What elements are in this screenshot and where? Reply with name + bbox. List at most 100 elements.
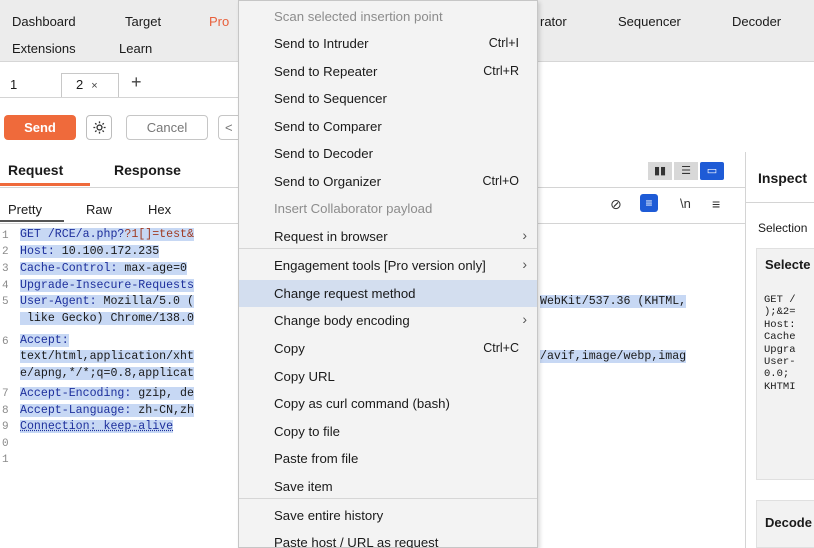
code-line-9: Connection: keep-alive: [20, 420, 174, 433]
nav-collaborator[interactable]: rator: [540, 14, 567, 29]
menu-item-paste-from-file[interactable]: Paste from file: [239, 445, 537, 472]
menu-item-copy-as-curl-command-bash[interactable]: Copy as curl command (bash): [239, 390, 537, 417]
repeater-tabs: 1 2 × +: [0, 70, 240, 98]
code-line-4: Upgrade-Insecure-Requests: [20, 279, 194, 292]
repeater-tab-2-label: 2: [76, 77, 84, 92]
chevron-right-icon: ›: [522, 227, 527, 243]
tab-raw[interactable]: Raw: [86, 202, 112, 217]
send-button[interactable]: Send: [4, 115, 76, 140]
header-key: Upgrade-Insecure-Requests: [20, 279, 194, 292]
code-line: 0.0;: [764, 368, 790, 381]
menu-item-save-item[interactable]: Save item: [239, 473, 537, 500]
hide-nonprintable-icon[interactable]: ⊘: [610, 196, 622, 213]
inspector-pane: Inspect Selection Selecte GET /);&2= Host…: [745, 152, 814, 548]
code-line-3: Cache-Control: max-age=0: [20, 262, 187, 275]
menu-item-change-request-method[interactable]: Change request method: [239, 280, 537, 307]
menu-separator: [239, 498, 537, 499]
repeater-tab-2[interactable]: 2 ×: [61, 73, 119, 97]
nav-target[interactable]: Target: [125, 14, 161, 29]
menu-item-send-to-repeater[interactable]: Send to Repeater Ctrl+R: [239, 58, 537, 85]
menu-item-label: Change body encoding: [274, 313, 410, 328]
header-value: text/html,application/xht: [20, 350, 194, 363]
request-tab-underline: [0, 183, 90, 186]
code-line-1: GET /RCE/a.php??1[]=test&: [20, 228, 194, 241]
inspector-title[interactable]: Inspect: [758, 170, 807, 186]
code-line: Upgra: [764, 343, 796, 356]
menu-item-send-to-intruder[interactable]: Send to Intruder Ctrl+I: [239, 30, 537, 57]
tab-pretty[interactable]: Pretty: [8, 202, 42, 217]
repeater-tab-1[interactable]: 1: [4, 74, 52, 96]
close-icon[interactable]: ×: [91, 80, 97, 92]
nav-learn[interactable]: Learn: [119, 41, 152, 56]
menu-item-label: Copy URL: [274, 369, 335, 384]
decoded-panel[interactable]: Decode: [756, 500, 814, 548]
line-number: 1: [2, 454, 9, 466]
line-number: 1: [2, 230, 9, 242]
settings-gear-icon[interactable]: [86, 115, 112, 140]
header-key: User-Agent:: [20, 295, 97, 308]
menu-item-copy[interactable]: Copy Ctrl+C: [239, 335, 537, 362]
menu-item-label: Send to Repeater: [274, 64, 378, 79]
code-line-6b: text/html,application/xht: [20, 350, 194, 363]
code-query: ?1[]=test&: [124, 228, 194, 241]
menu-item-label: Copy as curl command (bash): [274, 396, 450, 411]
nav-sequencer[interactable]: Sequencer: [618, 14, 681, 29]
header-value: Mozilla/5.0 (: [96, 295, 194, 308]
code-method: GET /RCE/a.php?: [20, 228, 125, 241]
back-button[interactable]: <: [218, 115, 240, 140]
header-value: WebKit/537.36 (KHTML,: [540, 295, 687, 308]
tab-hex[interactable]: Hex: [148, 202, 171, 217]
gear-icon: [92, 121, 106, 134]
header-value: like Gecko) Chrome/138.0: [20, 312, 194, 325]
inspector-selection-label: Selection: [758, 221, 808, 235]
line-number: 7: [2, 388, 9, 400]
selected-text-code: GET /);&2= Host: Cache Upgra User- 0.0; KHTMI: [764, 294, 796, 393]
menu-item-copy-url[interactable]: Copy URL: [239, 363, 537, 390]
wrap-lines-icon[interactable]: ≡: [640, 194, 658, 212]
menu-icon[interactable]: ≡: [712, 196, 720, 212]
newline-toggle-icon[interactable]: \n: [680, 196, 691, 211]
tab-response[interactable]: Response: [114, 162, 181, 178]
header-key: Accept:: [20, 334, 69, 347]
tab-request[interactable]: Request: [8, 162, 63, 178]
menu-item-send-to-decoder[interactable]: Send to Decoder: [239, 140, 537, 167]
layout-single-icon[interactable]: ▭: [700, 162, 724, 180]
code-line-6: Accept:: [20, 334, 69, 347]
layout-toggle: ▮▮ ☰ ▭: [648, 162, 730, 180]
code-line-5-tail: WebKit/537.36 (KHTML,: [540, 295, 687, 308]
menu-item-label: Send to Sequencer: [274, 91, 387, 106]
nav-decoder[interactable]: Decoder: [732, 14, 781, 29]
add-tab-icon[interactable]: +: [131, 72, 142, 93]
layout-side-by-side-icon[interactable]: ▮▮: [648, 162, 672, 180]
menu-item-shortcut: Ctrl+C: [483, 341, 519, 355]
menu-item-label: Send to Intruder: [274, 36, 369, 51]
menu-item-request-in-browser[interactable]: Request in browser ›: [239, 223, 537, 250]
nav-dashboard[interactable]: Dashboard: [12, 14, 76, 29]
menu-item-send-to-sequencer[interactable]: Send to Sequencer: [239, 85, 537, 112]
header-key: Connection: keep-alive: [20, 420, 174, 433]
menu-item-label: Insert Collaborator payload: [274, 201, 433, 216]
nav-proxy[interactable]: Pro: [209, 14, 229, 29]
layout-stacked-icon[interactable]: ☰: [674, 162, 698, 180]
menu-item-engagement-tools-pro-version-only[interactable]: Engagement tools [Pro version only] ›: [239, 252, 537, 279]
menu-item-change-body-encoding[interactable]: Change body encoding ›: [239, 307, 537, 334]
header-key: Host:: [20, 245, 55, 258]
header-key: Accept-Encoding:: [20, 387, 132, 400]
code-line: User-: [764, 356, 796, 369]
menu-item-insert-collaborator-payload: Insert Collaborator payload: [239, 195, 537, 222]
menu-item-send-to-comparer[interactable]: Send to Comparer: [239, 113, 537, 140]
nav-extensions[interactable]: Extensions: [12, 41, 76, 56]
header-value: 10.100.172.235: [54, 245, 160, 258]
line-number: 3: [2, 263, 9, 275]
chevron-right-icon: ›: [522, 311, 527, 327]
menu-item-copy-to-file[interactable]: Copy to file: [239, 418, 537, 445]
menu-item-shortcut: Ctrl+R: [483, 64, 519, 78]
menu-item-paste-host-url-as-request[interactable]: Paste host / URL as request: [239, 529, 537, 548]
code-line-6c: e/apng,*/*;q=0.8,applicat: [20, 367, 194, 380]
menu-item-save-entire-history[interactable]: Save entire history: [239, 502, 537, 529]
line-number: 5: [2, 296, 9, 308]
code-line-7: Accept-Encoding: gzip, de: [20, 387, 194, 400]
menu-item-send-to-organizer[interactable]: Send to Organizer Ctrl+O: [239, 168, 537, 195]
cancel-button[interactable]: Cancel: [126, 115, 208, 140]
menu-item-label: Paste from file: [274, 451, 359, 466]
